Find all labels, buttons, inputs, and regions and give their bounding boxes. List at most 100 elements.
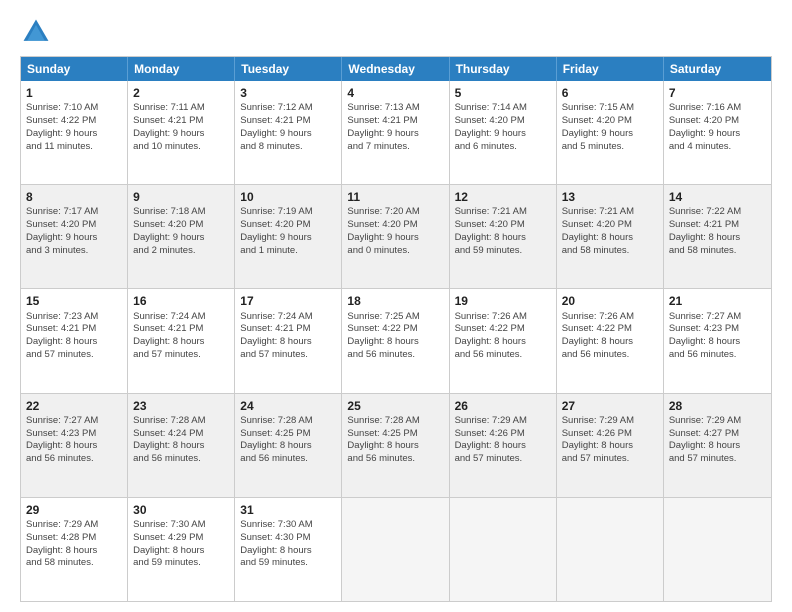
day-number: 6 [562, 85, 658, 101]
day-info: Sunrise: 7:11 AMSunset: 4:21 PMDaylight:… [133, 102, 229, 153]
day-number: 17 [240, 293, 336, 309]
day-info: Sunrise: 7:10 AMSunset: 4:22 PMDaylight:… [26, 102, 122, 153]
calendar-row-4: 22Sunrise: 7:27 AMSunset: 4:23 PMDayligh… [21, 394, 771, 498]
calendar-row-5: 29Sunrise: 7:29 AMSunset: 4:28 PMDayligh… [21, 498, 771, 601]
day-info: Sunrise: 7:21 AMSunset: 4:20 PMDaylight:… [455, 206, 551, 257]
calendar-cell: 25Sunrise: 7:28 AMSunset: 4:25 PMDayligh… [342, 394, 449, 497]
day-number: 5 [455, 85, 551, 101]
day-info: Sunrise: 7:27 AMSunset: 4:23 PMDaylight:… [669, 311, 766, 362]
header-day-thursday: Thursday [450, 57, 557, 81]
calendar-cell: 23Sunrise: 7:28 AMSunset: 4:24 PMDayligh… [128, 394, 235, 497]
day-info: Sunrise: 7:28 AMSunset: 4:25 PMDaylight:… [240, 415, 336, 466]
day-number: 13 [562, 189, 658, 205]
calendar-cell: 3Sunrise: 7:12 AMSunset: 4:21 PMDaylight… [235, 81, 342, 184]
calendar-cell: 28Sunrise: 7:29 AMSunset: 4:27 PMDayligh… [664, 394, 771, 497]
calendar-cell: 12Sunrise: 7:21 AMSunset: 4:20 PMDayligh… [450, 185, 557, 288]
day-info: Sunrise: 7:28 AMSunset: 4:25 PMDaylight:… [347, 415, 443, 466]
day-number: 29 [26, 502, 122, 518]
day-number: 12 [455, 189, 551, 205]
calendar: SundayMondayTuesdayWednesdayThursdayFrid… [20, 56, 772, 602]
calendar-cell: 8Sunrise: 7:17 AMSunset: 4:20 PMDaylight… [21, 185, 128, 288]
calendar-cell: 17 Sunrise: 7:24 AMSunset: 4:21 PMDayligh… [235, 289, 342, 392]
day-number: 16 [133, 293, 229, 309]
calendar-cell: 13Sunrise: 7:21 AMSunset: 4:20 PMDayligh… [557, 185, 664, 288]
calendar-row-3: 15 Sunrise: 7:23 AMSunset: 4:21 PMDayligh… [21, 289, 771, 393]
day-number: 4 [347, 85, 443, 101]
day-number: 18 [347, 293, 443, 309]
day-info: Sunrise: 7:29 AMSunset: 4:26 PMDaylight:… [562, 415, 658, 466]
day-info: Sunrise: 7:13 AMSunset: 4:21 PMDaylight:… [347, 102, 443, 153]
calendar-cell: 5Sunrise: 7:14 AMSunset: 4:20 PMDaylight… [450, 81, 557, 184]
header-day-saturday: Saturday [664, 57, 771, 81]
day-number: 15 [26, 293, 122, 309]
calendar-cell: 19 Sunrise: 7:26 AMSunset: 4:22 PMDayligh… [450, 289, 557, 392]
day-info: Sunrise: 7:24 AMSunset: 4:21 PMDaylight:… [240, 311, 336, 362]
day-number: 23 [133, 398, 229, 414]
calendar-cell: 16 Sunrise: 7:24 AMSunset: 4:21 PMDayligh… [128, 289, 235, 392]
calendar-cell: 27Sunrise: 7:29 AMSunset: 4:26 PMDayligh… [557, 394, 664, 497]
calendar-cell [664, 498, 771, 601]
day-info: Sunrise: 7:30 AMSunset: 4:29 PMDaylight:… [133, 519, 229, 570]
calendar-cell [557, 498, 664, 601]
day-number: 8 [26, 189, 122, 205]
calendar-cell: 26Sunrise: 7:29 AMSunset: 4:26 PMDayligh… [450, 394, 557, 497]
calendar-cell: 9Sunrise: 7:18 AMSunset: 4:20 PMDaylight… [128, 185, 235, 288]
header-day-wednesday: Wednesday [342, 57, 449, 81]
day-info: Sunrise: 7:12 AMSunset: 4:21 PMDaylight:… [240, 102, 336, 153]
day-info: Sunrise: 7:24 AMSunset: 4:21 PMDaylight:… [133, 311, 229, 362]
calendar-cell [450, 498, 557, 601]
day-info: Sunrise: 7:17 AMSunset: 4:20 PMDaylight:… [26, 206, 122, 257]
calendar-body: 1Sunrise: 7:10 AMSunset: 4:22 PMDaylight… [21, 81, 771, 601]
day-number: 26 [455, 398, 551, 414]
calendar-cell: 1Sunrise: 7:10 AMSunset: 4:22 PMDaylight… [21, 81, 128, 184]
day-number: 9 [133, 189, 229, 205]
calendar-cell: 6Sunrise: 7:15 AMSunset: 4:20 PMDaylight… [557, 81, 664, 184]
day-info: Sunrise: 7:16 AMSunset: 4:20 PMDaylight:… [669, 102, 766, 153]
logo-icon [20, 16, 52, 48]
day-number: 28 [669, 398, 766, 414]
day-info: Sunrise: 7:20 AMSunset: 4:20 PMDaylight:… [347, 206, 443, 257]
day-info: Sunrise: 7:30 AMSunset: 4:30 PMDaylight:… [240, 519, 336, 570]
calendar-cell: 24Sunrise: 7:28 AMSunset: 4:25 PMDayligh… [235, 394, 342, 497]
calendar-cell: 14Sunrise: 7:22 AMSunset: 4:21 PMDayligh… [664, 185, 771, 288]
header [20, 16, 772, 48]
calendar-cell: 31Sunrise: 7:30 AMSunset: 4:30 PMDayligh… [235, 498, 342, 601]
day-number: 3 [240, 85, 336, 101]
calendar-row-2: 8Sunrise: 7:17 AMSunset: 4:20 PMDaylight… [21, 185, 771, 289]
page: SundayMondayTuesdayWednesdayThursdayFrid… [0, 0, 792, 612]
day-info: Sunrise: 7:18 AMSunset: 4:20 PMDaylight:… [133, 206, 229, 257]
day-number: 30 [133, 502, 229, 518]
day-info: Sunrise: 7:26 AMSunset: 4:22 PMDaylight:… [455, 311, 551, 362]
day-info: Sunrise: 7:29 AMSunset: 4:27 PMDaylight:… [669, 415, 766, 466]
day-number: 11 [347, 189, 443, 205]
day-info: Sunrise: 7:29 AMSunset: 4:26 PMDaylight:… [455, 415, 551, 466]
day-number: 2 [133, 85, 229, 101]
day-info: Sunrise: 7:23 AMSunset: 4:21 PMDaylight:… [26, 311, 122, 362]
day-info: Sunrise: 7:29 AMSunset: 4:28 PMDaylight:… [26, 519, 122, 570]
calendar-cell: 11Sunrise: 7:20 AMSunset: 4:20 PMDayligh… [342, 185, 449, 288]
header-day-tuesday: Tuesday [235, 57, 342, 81]
calendar-cell: 10Sunrise: 7:19 AMSunset: 4:20 PMDayligh… [235, 185, 342, 288]
calendar-cell [342, 498, 449, 601]
header-day-friday: Friday [557, 57, 664, 81]
header-day-monday: Monday [128, 57, 235, 81]
calendar-cell: 29Sunrise: 7:29 AMSunset: 4:28 PMDayligh… [21, 498, 128, 601]
calendar-row-1: 1Sunrise: 7:10 AMSunset: 4:22 PMDaylight… [21, 81, 771, 185]
calendar-cell: 2Sunrise: 7:11 AMSunset: 4:21 PMDaylight… [128, 81, 235, 184]
day-info: Sunrise: 7:26 AMSunset: 4:22 PMDaylight:… [562, 311, 658, 362]
day-info: Sunrise: 7:19 AMSunset: 4:20 PMDaylight:… [240, 206, 336, 257]
day-number: 14 [669, 189, 766, 205]
day-number: 19 [455, 293, 551, 309]
calendar-cell: 20Sunrise: 7:26 AMSunset: 4:22 PMDayligh… [557, 289, 664, 392]
calendar-header: SundayMondayTuesdayWednesdayThursdayFrid… [21, 57, 771, 81]
calendar-cell: 30Sunrise: 7:30 AMSunset: 4:29 PMDayligh… [128, 498, 235, 601]
day-number: 21 [669, 293, 766, 309]
day-info: Sunrise: 7:25 AMSunset: 4:22 PMDaylight:… [347, 311, 443, 362]
day-info: Sunrise: 7:28 AMSunset: 4:24 PMDaylight:… [133, 415, 229, 466]
day-info: Sunrise: 7:22 AMSunset: 4:21 PMDaylight:… [669, 206, 766, 257]
logo [20, 16, 56, 48]
day-info: Sunrise: 7:15 AMSunset: 4:20 PMDaylight:… [562, 102, 658, 153]
day-info: Sunrise: 7:21 AMSunset: 4:20 PMDaylight:… [562, 206, 658, 257]
header-day-sunday: Sunday [21, 57, 128, 81]
day-number: 24 [240, 398, 336, 414]
